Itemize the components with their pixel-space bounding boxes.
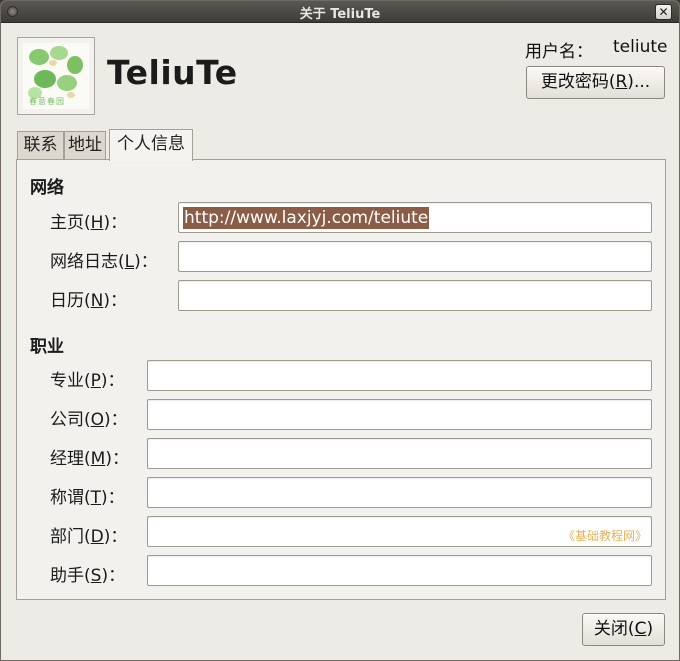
section-network-heading: 网络 [30,178,64,198]
username-label: 用户名： [525,42,593,62]
homepage-field[interactable]: http://www.laxjyj.com/teliute [178,202,652,233]
assistant-label: 助手(S)： [50,566,126,586]
calendar-field[interactable] [178,280,652,311]
manager-field[interactable] [147,438,652,469]
window-close-button[interactable]: ✕ [655,4,672,20]
personal-info-panel: 网络 主页(H)： http://www.laxjyj.com/teliute … [16,159,666,600]
profession-field[interactable] [147,360,652,391]
window-title: 关于 TeliuTe [299,7,381,22]
close-button[interactable]: 关闭(C) [582,613,665,646]
full-name: TeliuTe [107,53,238,92]
watermark-text: 《基础教程网》 [562,529,647,543]
title-label: 称谓(T)： [50,488,125,508]
company-label: 公司(O)： [50,410,128,430]
username-value: teliute [613,37,668,57]
manager-label: 经理(M)： [50,449,129,469]
homepage-value-selected: http://www.laxjyj.com/teliute [183,207,430,229]
avatar[interactable]: 春意春园 [17,37,95,115]
company-field[interactable] [147,399,652,430]
tab-personal-info[interactable]: 个人信息 [109,129,193,161]
change-password-button[interactable]: 更改密码(R)... [526,66,665,99]
profession-label: 专业(P)： [50,371,125,391]
title-field[interactable] [147,477,652,508]
avatar-stamp: 春意春园 [29,97,65,106]
blog-field[interactable] [178,241,652,272]
department-field[interactable]: 《基础教程网》 [147,516,652,547]
calendar-label: 日历(N)： [50,291,127,311]
blog-label: 网络日志(L)： [50,252,158,272]
homepage-label: 主页(H)： [50,213,128,233]
department-label: 部门(D)： [50,527,128,547]
tab-contact[interactable]: 联系 [17,131,64,160]
title-bar[interactable]: 关于 TeliuTe ✕ [1,1,679,23]
assistant-field[interactable] [147,555,652,586]
tab-address[interactable]: 地址 [64,131,106,160]
avatar-image: 春意春园 [23,43,89,109]
section-job-heading: 职业 [30,337,64,357]
about-dialog: 关于 TeliuTe ✕ 春意春园 TeliuTe 用户名： teliute 更… [0,0,680,661]
